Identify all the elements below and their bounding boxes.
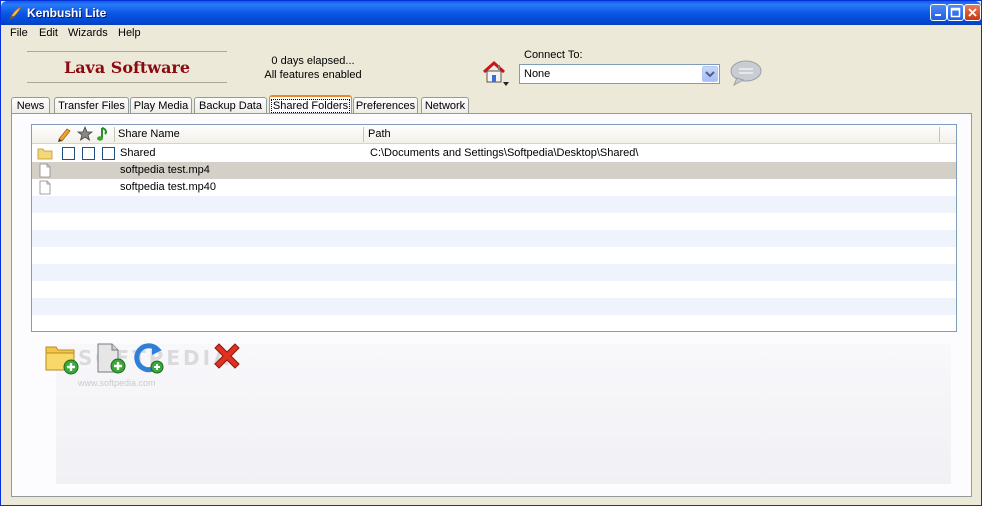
chat-bubble-icon[interactable] bbox=[729, 59, 763, 87]
music-note-icon[interactable] bbox=[96, 126, 112, 142]
close-icon bbox=[968, 8, 977, 17]
file-icon bbox=[39, 163, 51, 178]
column-path[interactable]: Path bbox=[368, 128, 391, 140]
path-cell: C:\Documents and Settings\Softpedia\Desk… bbox=[370, 147, 639, 159]
share-name-cell: Shared bbox=[120, 147, 156, 159]
refresh-icon[interactable] bbox=[130, 340, 166, 376]
list-header: Share Name Path bbox=[32, 125, 956, 144]
menu-help[interactable]: Help bbox=[118, 27, 141, 39]
file-icon bbox=[39, 180, 51, 195]
row-checkbox-rating[interactable] bbox=[82, 147, 95, 160]
folder-icon bbox=[37, 148, 53, 160]
pencil-icon[interactable] bbox=[56, 126, 72, 142]
brand-logo: Lava Software bbox=[27, 51, 227, 83]
close-button[interactable] bbox=[964, 4, 981, 21]
share-name-cell: softpedia test.mp4 bbox=[120, 164, 210, 176]
tab-network[interactable]: Network bbox=[421, 97, 469, 114]
menu-edit[interactable]: Edit bbox=[39, 27, 58, 39]
shared-folders-list[interactable]: Share Name Path Shared C:\Documents and … bbox=[31, 124, 957, 332]
row-checkbox-edit[interactable] bbox=[62, 147, 75, 160]
tab-transfer-files[interactable]: Transfer Files bbox=[54, 97, 129, 114]
tab-shared-folders-label: Shared Folders bbox=[270, 99, 351, 113]
logo-text: Lava Software bbox=[63, 58, 191, 77]
row-checkbox-media[interactable] bbox=[102, 147, 115, 160]
minimize-button[interactable] bbox=[930, 4, 947, 21]
column-separator[interactable] bbox=[114, 127, 115, 142]
app-window: Kenbushi Lite File Edit Wizards Help Lav… bbox=[0, 0, 982, 506]
features-status: All features enabled bbox=[264, 69, 362, 81]
watermark-url: www.softpedia.com bbox=[78, 378, 156, 388]
connect-to-label: Connect To: bbox=[524, 49, 583, 61]
empty-row bbox=[32, 298, 956, 315]
table-row[interactable]: softpedia test.mp4 bbox=[32, 162, 956, 179]
menu-bar: File Edit Wizards Help bbox=[1, 25, 981, 43]
menu-wizards[interactable]: Wizards bbox=[68, 27, 108, 39]
tab-shared-folders[interactable]: Shared Folders bbox=[269, 95, 352, 114]
empty-row bbox=[32, 264, 956, 281]
star-badge-icon[interactable] bbox=[77, 126, 93, 142]
title-bar[interactable]: Kenbushi Lite bbox=[1, 1, 981, 25]
menu-file[interactable]: File bbox=[10, 27, 28, 39]
tab-news[interactable]: News bbox=[11, 97, 50, 114]
tab-backup-data[interactable]: Backup Data bbox=[194, 97, 267, 114]
add-folder-icon[interactable] bbox=[44, 340, 80, 376]
home-network-icon[interactable] bbox=[481, 59, 511, 89]
maximize-button[interactable] bbox=[947, 4, 964, 21]
delete-x-icon[interactable] bbox=[209, 340, 245, 376]
window-title: Kenbushi Lite bbox=[27, 6, 107, 20]
empty-row bbox=[32, 230, 956, 247]
minimize-icon bbox=[935, 14, 941, 16]
table-row[interactable]: Shared C:\Documents and Settings\Softped… bbox=[32, 145, 956, 162]
column-separator[interactable] bbox=[363, 127, 364, 142]
header-area: Lava Software 0 days elapsed... All feat… bbox=[1, 43, 981, 95]
add-file-icon[interactable] bbox=[92, 340, 128, 376]
app-logo-icon bbox=[8, 6, 22, 21]
connect-to-select[interactable]: None bbox=[519, 64, 720, 84]
elapsed-status: 0 days elapsed... bbox=[271, 55, 355, 67]
tab-preferences[interactable]: Preferences bbox=[353, 97, 418, 114]
column-separator[interactable] bbox=[939, 127, 940, 142]
connect-to-value: None bbox=[524, 68, 551, 80]
empty-row bbox=[32, 196, 956, 213]
chevron-down-icon[interactable] bbox=[702, 66, 718, 82]
shared-folders-panel: Share Name Path Shared C:\Documents and … bbox=[11, 113, 972, 497]
column-share-name[interactable]: Share Name bbox=[118, 128, 180, 140]
table-row[interactable]: softpedia test.mp40 bbox=[32, 179, 956, 196]
tab-play-media[interactable]: Play Media bbox=[130, 97, 192, 114]
maximize-icon bbox=[950, 7, 961, 18]
share-name-cell: softpedia test.mp40 bbox=[120, 181, 217, 193]
